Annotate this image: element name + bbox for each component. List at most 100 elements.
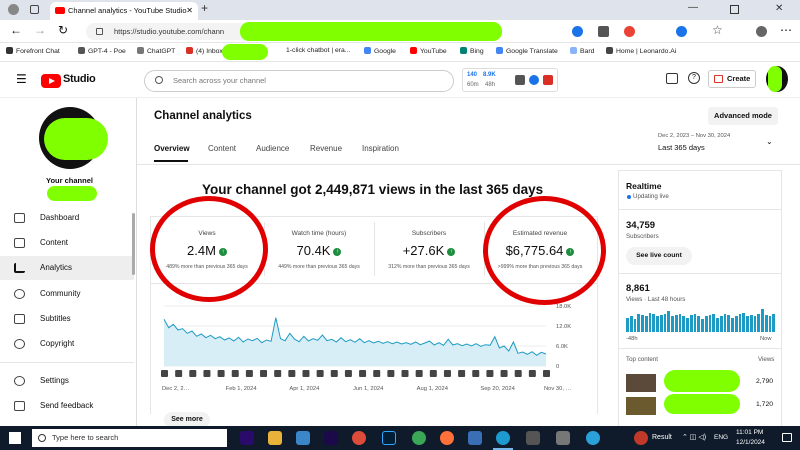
tray-icons[interactable]: ⌃ ◫ ◁) xyxy=(682,433,706,441)
taskbar-search-input[interactable]: Type here to search xyxy=(32,429,227,447)
create-button[interactable]: Create xyxy=(708,70,756,88)
sidebar-scrollbar[interactable] xyxy=(132,213,135,275)
video-marker[interactable] xyxy=(543,370,550,377)
chrome-icon[interactable] xyxy=(352,431,366,445)
youtube-logo-icon[interactable] xyxy=(41,74,61,88)
refresh-icon[interactable]: ↻ xyxy=(58,23,68,37)
firefox-icon[interactable] xyxy=(440,431,454,445)
video-marker[interactable] xyxy=(203,370,211,377)
views-chart[interactable]: 0 6.0K 12.0K 18.0K xyxy=(150,296,600,400)
maximize-icon[interactable] xyxy=(730,5,739,14)
video-marker[interactable] xyxy=(458,370,466,377)
video-marker[interactable] xyxy=(217,370,225,377)
ext-icon[interactable] xyxy=(515,75,525,85)
video-marker[interactable] xyxy=(330,370,338,377)
forward-icon[interactable]: → xyxy=(34,23,46,37)
back-icon[interactable]: ← xyxy=(10,23,22,37)
video-marker[interactable] xyxy=(245,370,253,377)
sidebar-item-feedback[interactable]: Send feedback xyxy=(0,394,134,418)
app-icon[interactable] xyxy=(468,431,482,445)
video-marker[interactable] xyxy=(231,370,239,377)
ext-icon[interactable] xyxy=(543,75,553,85)
video-marker[interactable] xyxy=(260,370,268,377)
more-icon[interactable]: ⋯ xyxy=(780,23,792,37)
bookmark-item[interactable]: Forefront Chat xyxy=(6,47,60,55)
tab-inspiration[interactable]: Inspiration xyxy=(362,144,399,153)
video-marker[interactable] xyxy=(316,370,324,377)
sidebar-item-dashboard[interactable]: Dashboard xyxy=(0,206,134,230)
video-marker[interactable] xyxy=(514,370,522,377)
video-marker[interactable] xyxy=(528,370,536,377)
edge-icon[interactable] xyxy=(496,431,510,445)
bookmark-item[interactable]: Google Translate xyxy=(496,47,558,55)
close-window-icon[interactable]: ✕ xyxy=(775,3,783,14)
photoshop-icon[interactable] xyxy=(382,431,396,445)
extension-icon[interactable] xyxy=(598,26,609,37)
video-marker[interactable] xyxy=(443,370,451,377)
ext-icon[interactable] xyxy=(529,75,539,85)
windows-start-icon[interactable] xyxy=(9,432,21,444)
video-marker[interactable] xyxy=(274,370,282,377)
weather-text[interactable]: Result xyxy=(652,434,672,441)
see-live-count-button[interactable]: See live count xyxy=(626,247,692,265)
help-icon[interactable]: ? xyxy=(688,72,700,84)
video-marker[interactable] xyxy=(415,370,423,377)
sidebar-item-subtitles[interactable]: Subtitles xyxy=(0,307,134,331)
weather-icon[interactable] xyxy=(634,431,648,445)
tab-actions-icon[interactable] xyxy=(30,5,39,14)
tab-audience[interactable]: Audience xyxy=(256,144,289,153)
app-icon[interactable] xyxy=(412,431,426,445)
metric-watch-time[interactable]: Watch time (hours) 70.4K ↑ 449% more than… xyxy=(264,218,374,281)
extension-icon[interactable] xyxy=(676,26,687,37)
minimize-icon[interactable]: — xyxy=(688,2,698,13)
video-marker[interactable] xyxy=(189,370,197,377)
notification-icon[interactable] xyxy=(782,433,792,442)
extension-stats-widget[interactable]: 140 8.9K 60m 48h xyxy=(462,68,558,92)
bookmark-item[interactable]: Google xyxy=(364,47,396,55)
bookmark-item[interactable]: YouTube xyxy=(410,47,447,55)
bookmark-item[interactable]: 1-click chatbot | era... xyxy=(286,47,350,54)
profile-icon[interactable] xyxy=(756,26,767,37)
after-effects-icon[interactable] xyxy=(324,431,338,445)
sidebar-item-settings[interactable]: Settings xyxy=(0,369,134,393)
browser-tab-active[interactable]: Channel analytics - YouTube Studio ✕ xyxy=(50,2,198,20)
explorer-icon[interactable] xyxy=(268,431,282,445)
date-range-selector[interactable]: Dec 2, 2023 – Nov 30, 2024 Last 365 days… xyxy=(658,131,782,157)
video-marker[interactable] xyxy=(344,370,352,377)
video-marker[interactable] xyxy=(161,370,168,377)
calculator-icon[interactable] xyxy=(526,431,540,445)
tab-content[interactable]: Content xyxy=(208,144,236,153)
video-marker[interactable] xyxy=(387,370,395,377)
premiere-pro-icon[interactable] xyxy=(240,431,254,445)
video-marker[interactable] xyxy=(359,370,367,377)
video-marker[interactable] xyxy=(175,370,183,377)
bookmark-item[interactable]: (4) Inbox xyxy=(186,47,223,55)
sidebar-item-analytics[interactable]: Analytics xyxy=(0,256,134,280)
video-marker[interactable] xyxy=(486,370,494,377)
bookmark-item[interactable]: ChatGPT xyxy=(137,47,175,55)
video-marker[interactable] xyxy=(373,370,381,377)
extension-icon[interactable] xyxy=(572,26,583,37)
app-icon[interactable] xyxy=(556,431,570,445)
sidebar-item-copyright[interactable]: Copyright xyxy=(0,332,134,356)
bookmark-item[interactable]: Bing xyxy=(460,47,484,55)
video-marker[interactable] xyxy=(288,370,296,377)
telegram-icon[interactable] xyxy=(586,431,600,445)
photos-icon[interactable] xyxy=(296,431,310,445)
extension-icon[interactable] xyxy=(624,26,635,37)
menu-icon[interactable]: ☰ xyxy=(16,72,27,86)
sidebar-item-content[interactable]: Content xyxy=(0,231,134,255)
sidebar-item-community[interactable]: Community xyxy=(0,282,134,306)
bookmark-item[interactable]: Home | Leonardo.Ai xyxy=(606,47,676,55)
video-marker[interactable] xyxy=(302,370,310,377)
tab-overview[interactable]: Overview xyxy=(154,144,190,153)
language-indicator[interactable]: ENG xyxy=(714,434,728,441)
realtime-bar-chart[interactable] xyxy=(626,306,776,332)
advanced-mode-button[interactable]: Advanced mode xyxy=(708,107,778,125)
clock-time[interactable]: 11:01 PM xyxy=(736,429,763,436)
video-marker[interactable] xyxy=(472,370,480,377)
tab-revenue[interactable]: Revenue xyxy=(310,144,342,153)
bookmark-item[interactable]: GPT-4 - Poe xyxy=(78,47,126,55)
new-tab-button[interactable]: + xyxy=(201,1,208,15)
browser-profile-icon[interactable] xyxy=(8,4,19,15)
